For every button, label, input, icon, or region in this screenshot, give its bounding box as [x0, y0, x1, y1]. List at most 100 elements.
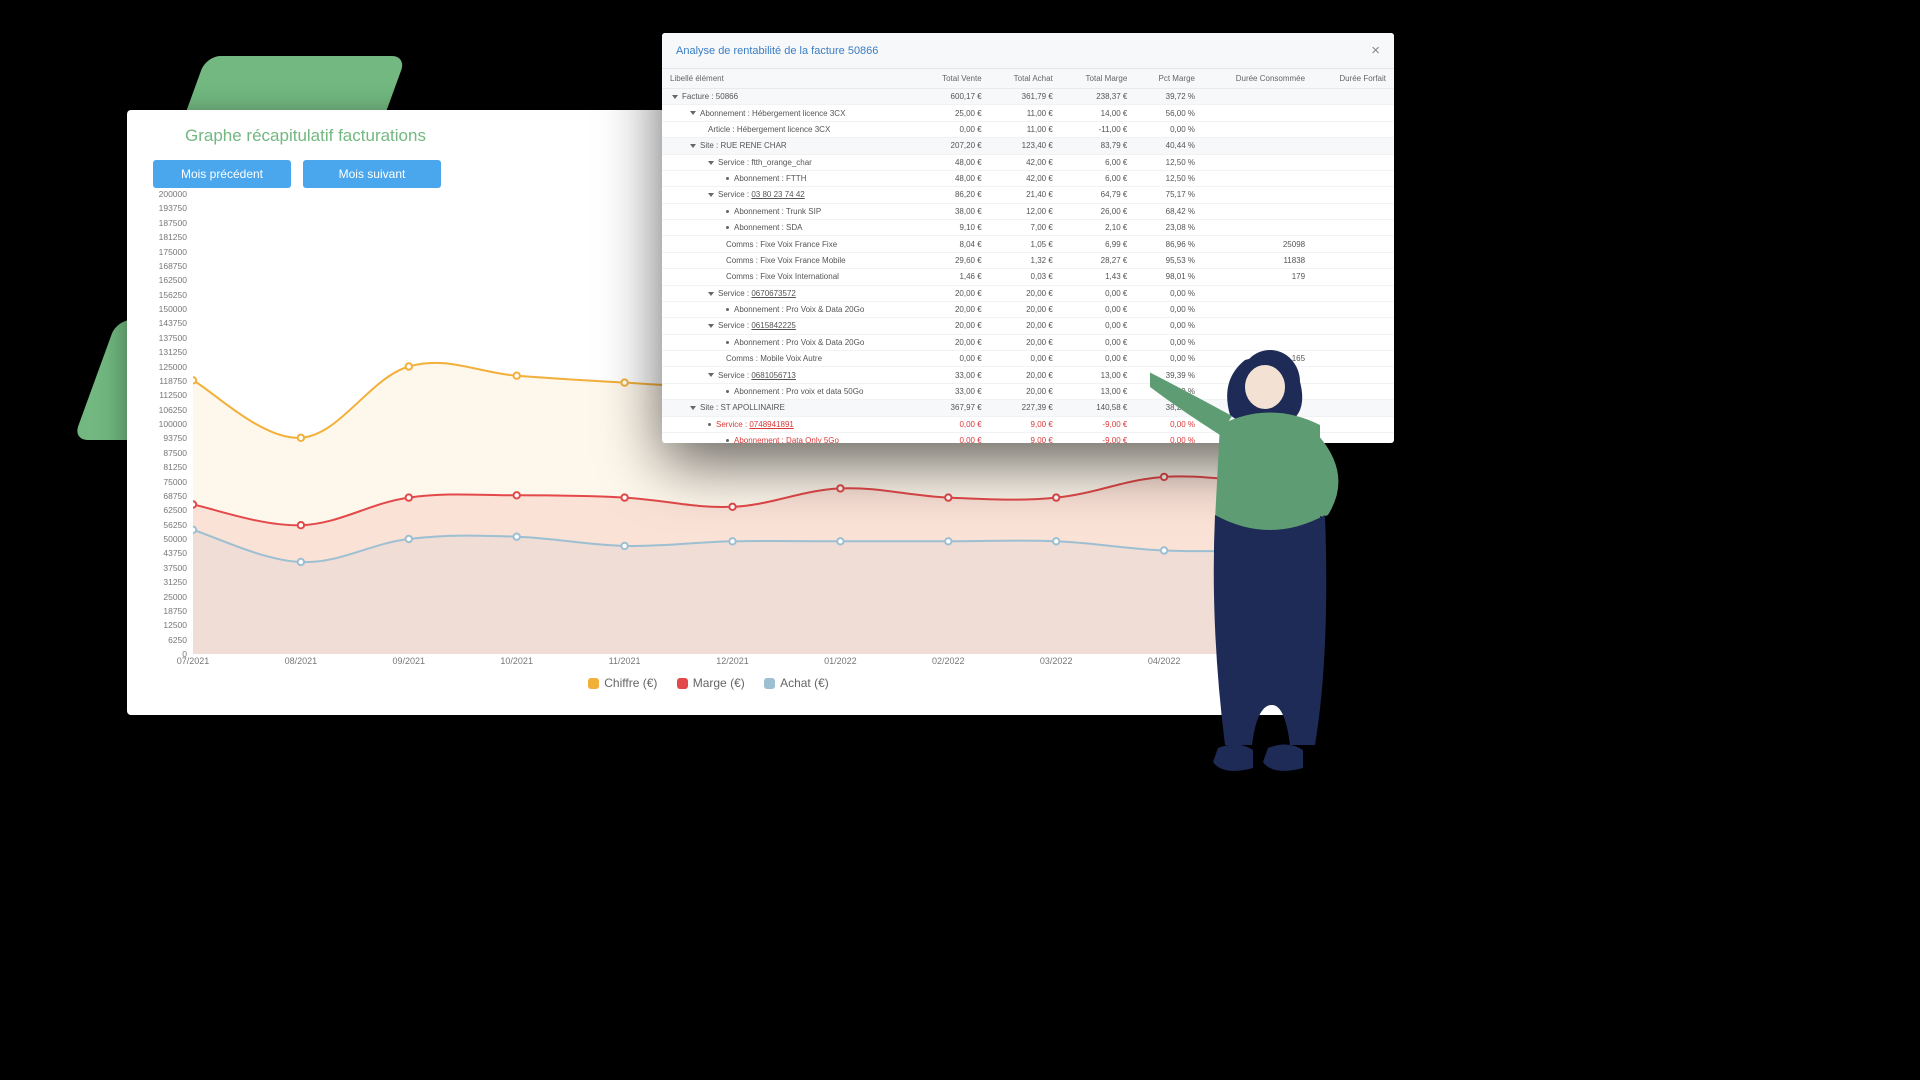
table-row[interactable]: Service : 07489418910,00 €9,00 €-9,00 €0… [662, 416, 1394, 432]
table-cell: 56,00 % [1135, 105, 1203, 121]
table-row[interactable]: Article : Hébergement licence 3CX0,00 €1… [662, 121, 1394, 137]
table-cell: -9,00 € [1061, 432, 1136, 443]
table-row[interactable]: Comms : Fixe Voix France Fixe8,04 €1,05 … [662, 236, 1394, 252]
table-cell: 42,00 € [990, 154, 1061, 170]
data-point [729, 538, 735, 544]
row-label-link[interactable]: 0615842225 [751, 321, 796, 330]
row-label: Abonnement : Data Only 5Go [734, 436, 839, 443]
table-row[interactable]: Service : ftth_orange_char 48,00 €42,00 €… [662, 154, 1394, 170]
y-tick: 93750 [163, 433, 187, 443]
table-row[interactable]: Site : ST APOLLINAIRE367,97 €227,39 €140… [662, 400, 1394, 416]
table-cell [1313, 236, 1394, 252]
table-row[interactable]: Comms : Fixe Voix France Mobile29,60 €1,… [662, 252, 1394, 268]
table-header: Libellé élément [662, 69, 918, 89]
table-cell [1203, 203, 1313, 219]
data-point [837, 538, 843, 544]
table-row[interactable]: Abonnement : SDA9,10 €7,00 €2,10 €23,08 … [662, 220, 1394, 236]
table-cell: -9,00 € [1061, 416, 1136, 432]
table-cell: 20,00 € [990, 383, 1061, 399]
y-tick: 162500 [159, 275, 187, 285]
table-cell: 9,00 € [990, 432, 1061, 443]
table-row[interactable]: Site : RUE RENE CHAR207,20 €123,40 €83,7… [662, 138, 1394, 154]
caret-down-icon[interactable] [708, 161, 714, 165]
table-row[interactable]: Abonnement : Data Only 5Go0,00 €9,00 €-9… [662, 432, 1394, 443]
row-label-link[interactable]: 0748941891 [749, 420, 794, 429]
caret-down-icon[interactable] [690, 406, 696, 410]
row-label: Service : ftth_orange_char [718, 158, 812, 167]
caret-down-icon[interactable] [690, 144, 696, 148]
table-row[interactable]: Service : 068105671333,00 €20,00 €13,00 … [662, 367, 1394, 383]
table-cell: 7,00 € [990, 220, 1061, 236]
table-row[interactable]: Facture : 50866600,17 €361,79 €238,37 €3… [662, 89, 1394, 105]
table-cell: 20,00 € [918, 285, 990, 301]
data-point [1269, 481, 1272, 487]
caret-down-icon[interactable] [708, 324, 714, 328]
y-tick: 143750 [159, 318, 187, 328]
table-row[interactable]: Service : 03 80 23 74 4286,20 €21,40 €64… [662, 187, 1394, 203]
x-tick: 11/2021 [609, 656, 641, 666]
table-row[interactable]: Abonnement : Pro Voix & Data 20Go20,00 €… [662, 334, 1394, 350]
table-cell: 25098 [1203, 236, 1313, 252]
table-header: Total Marge [1061, 69, 1136, 89]
table-cell: 6,99 € [1061, 236, 1136, 252]
table-cell: 20,00 € [990, 334, 1061, 350]
row-label: Abonnement : FTTH [734, 174, 806, 183]
caret-down-icon[interactable] [672, 95, 678, 99]
row-label-link[interactable]: 0670673572 [751, 289, 796, 298]
table-cell: 33,00 € [918, 367, 990, 383]
table-row[interactable]: Abonnement : FTTH48,00 €42,00 €6,00 €12,… [662, 170, 1394, 186]
y-tick: 18750 [163, 606, 187, 616]
table-cell: 1,43 € [1061, 269, 1136, 285]
table-cell: 0,00 € [918, 351, 990, 367]
bullet-icon [726, 177, 729, 180]
table-row[interactable]: Abonnement : Trunk SIP38,00 €12,00 €26,0… [662, 203, 1394, 219]
x-tick: 12/2021 [716, 656, 749, 666]
table-row[interactable]: Abonnement : Pro voix et data 50Go33,00 … [662, 383, 1394, 399]
caret-down-icon[interactable] [690, 111, 696, 115]
caret-down-icon[interactable] [708, 373, 714, 377]
next-month-button[interactable]: Mois suivant [303, 160, 441, 188]
data-point [945, 538, 951, 544]
table-cell: 28,27 € [1061, 252, 1136, 268]
table-row[interactable]: Abonnement : Hébergement licence 3CX25,0… [662, 105, 1394, 121]
x-tick: 10/2021 [500, 656, 533, 666]
table-cell: 48,00 € [918, 170, 990, 186]
y-tick: 156250 [159, 290, 187, 300]
y-tick: 87500 [163, 448, 187, 458]
caret-down-icon[interactable] [708, 193, 714, 197]
table-row[interactable]: Abonnement : Pro Voix & Data 20Go20,00 €… [662, 301, 1394, 317]
table-cell: 83,79 € [1061, 138, 1136, 154]
caret-down-icon[interactable] [708, 292, 714, 296]
bullet-icon [708, 423, 711, 426]
table-cell [1203, 121, 1313, 137]
y-tick: 187500 [159, 218, 187, 228]
table-header: Durée Consommée [1203, 69, 1313, 89]
row-label: Abonnement : Pro Voix & Data 20Go [734, 305, 864, 314]
data-point [193, 527, 196, 533]
table-cell [1203, 334, 1313, 350]
table-row[interactable]: Service : 061584222520,00 €20,00 €0,00 €… [662, 318, 1394, 334]
table-cell [1203, 367, 1313, 383]
table-cell: 0,00 € [1061, 301, 1136, 317]
table-cell: 11,00 € [990, 105, 1061, 121]
table-cell: 0,00 % [1135, 416, 1203, 432]
prev-month-button[interactable]: Mois précédent [153, 160, 291, 188]
table-row[interactable]: Comms : Mobile Voix Autre0,00 €0,00 €0,0… [662, 351, 1394, 367]
data-point [513, 373, 519, 379]
x-tick: 04/2022 [1148, 656, 1181, 666]
data-point [406, 363, 412, 369]
table-row[interactable]: Comms : Fixe Voix International1,46 €0,0… [662, 269, 1394, 285]
profitability-modal: Analyse de rentabilité de la facture 508… [662, 33, 1394, 443]
table-cell: 48,00 € [918, 154, 990, 170]
table-cell: 367,97 € [918, 400, 990, 416]
y-tick: 43750 [163, 548, 187, 558]
table-row[interactable]: Service : 067067357220,00 €20,00 €0,00 €… [662, 285, 1394, 301]
table-cell [1313, 220, 1394, 236]
close-icon[interactable]: × [1371, 42, 1380, 59]
row-label-link[interactable]: 0681056713 [751, 371, 796, 380]
table-cell: 40,44 % [1135, 138, 1203, 154]
bullet-icon [726, 226, 729, 229]
table-cell: 165 [1203, 351, 1313, 367]
x-tick: 08/2021 [285, 656, 318, 666]
row-label-link[interactable]: 03 80 23 74 42 [751, 190, 804, 199]
